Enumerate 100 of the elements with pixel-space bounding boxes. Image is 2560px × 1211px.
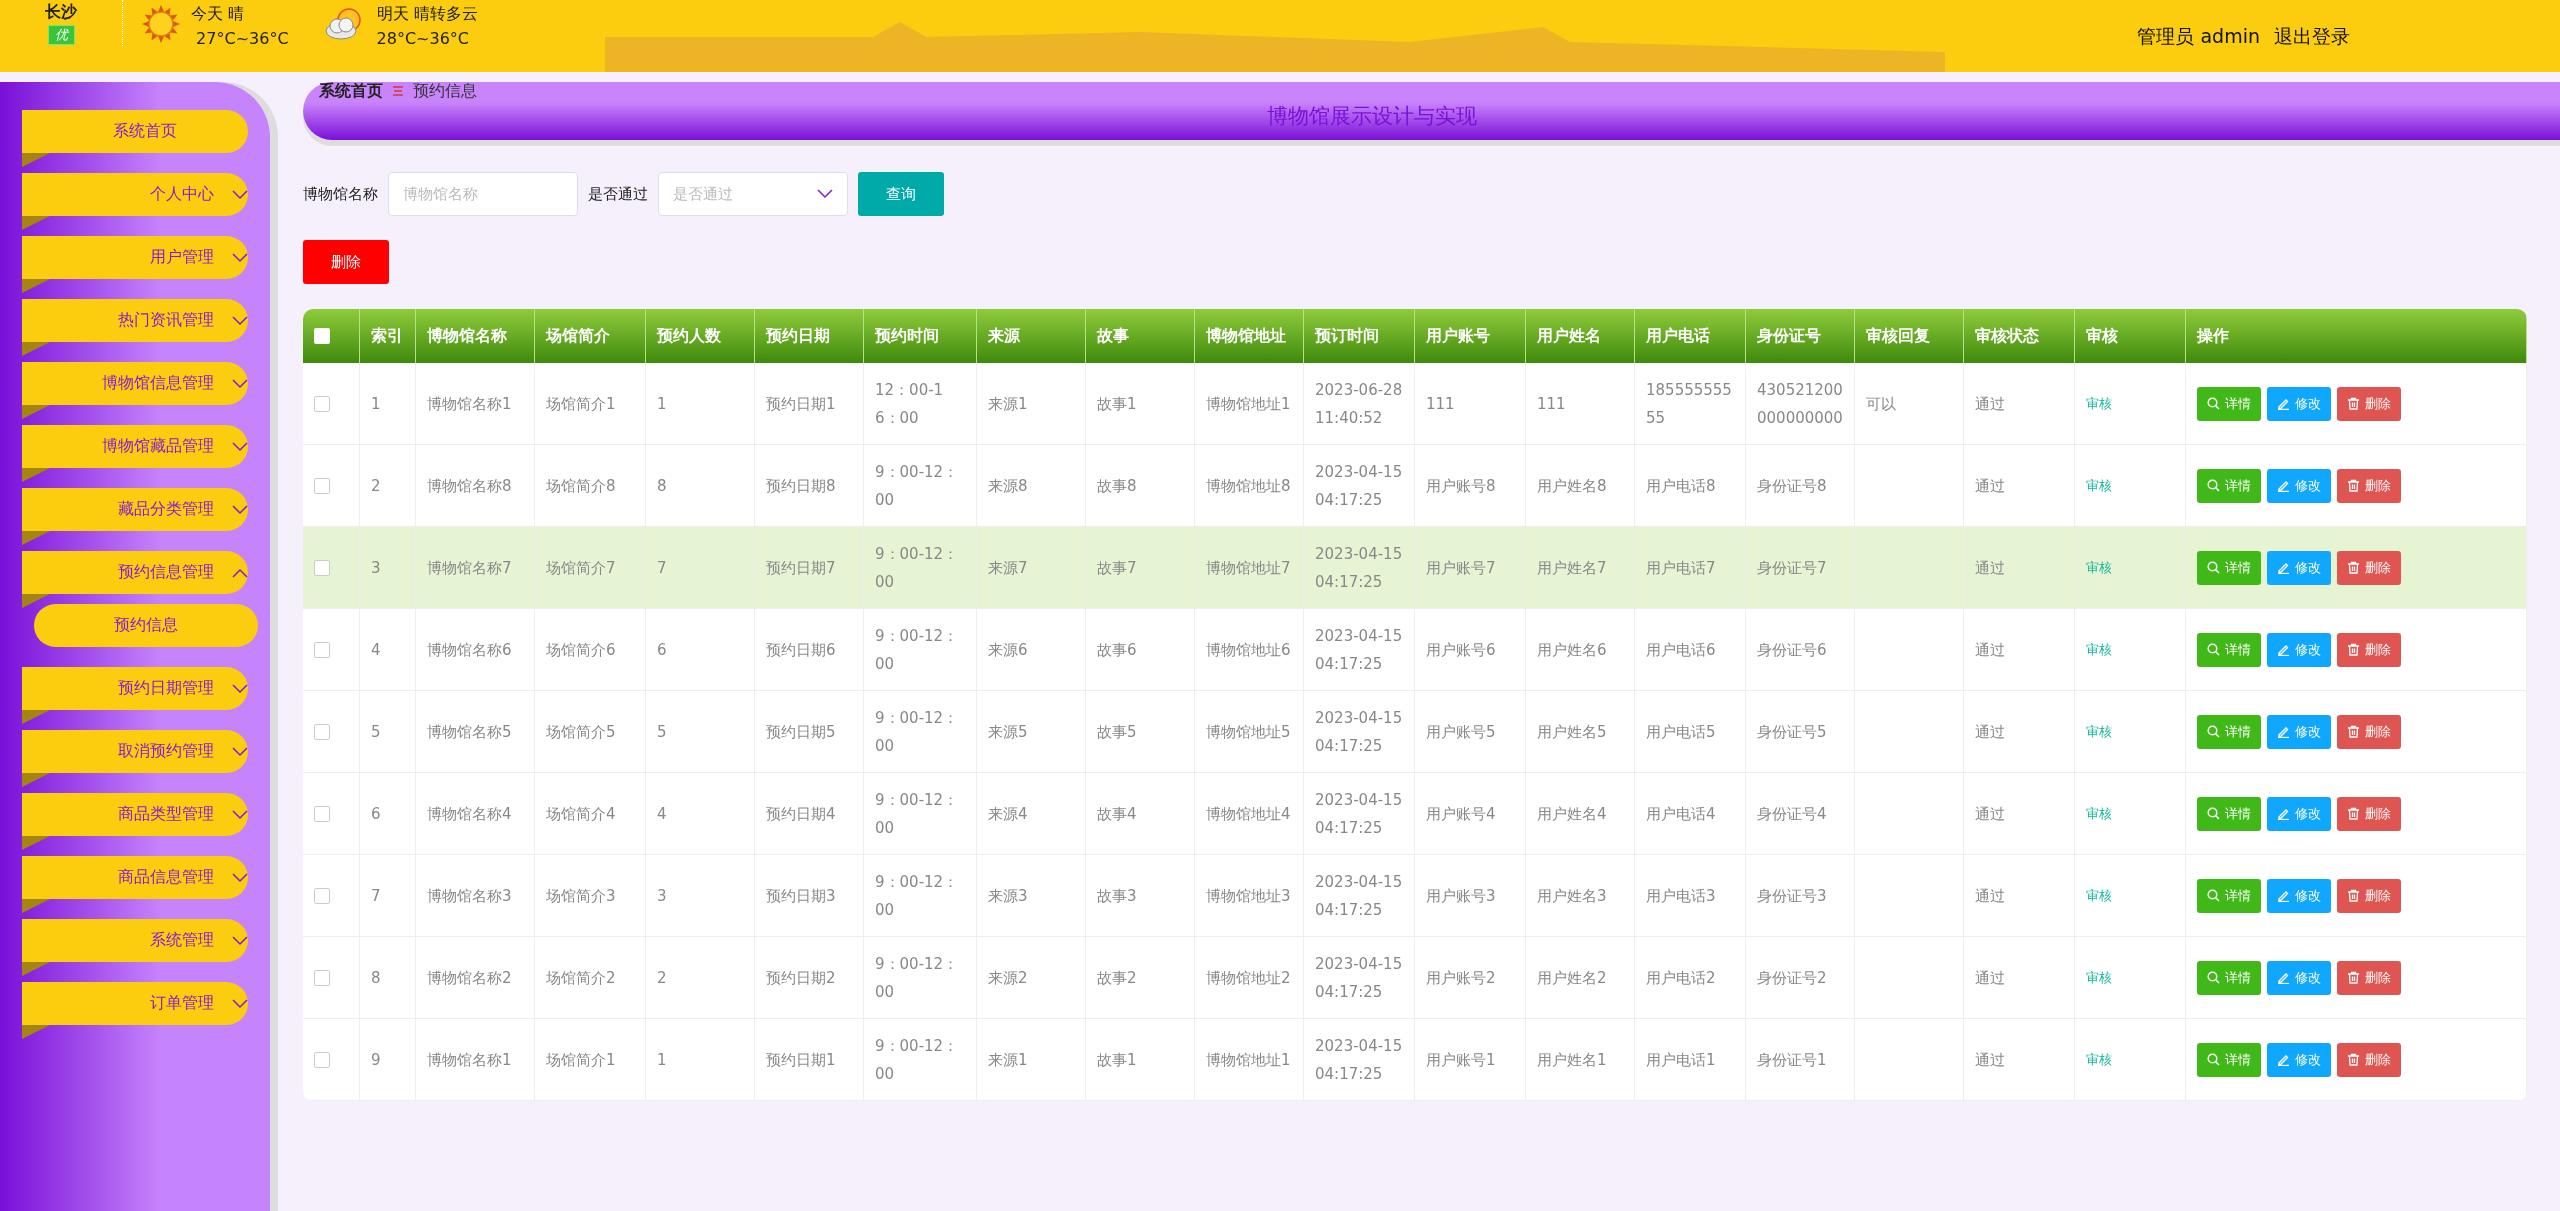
breadcrumb-link[interactable]: 系统首页 bbox=[319, 80, 383, 102]
status-select[interactable]: 是否通过 bbox=[658, 172, 848, 216]
edit-button[interactable]: 修改 bbox=[2267, 960, 2331, 995]
review-link[interactable]: 审核 bbox=[2086, 389, 2112, 418]
review-link[interactable]: 审核 bbox=[2086, 553, 2112, 582]
sidebar-subitem[interactable]: 预约信息 bbox=[34, 604, 258, 647]
edit-button[interactable]: 修改 bbox=[2267, 714, 2331, 749]
row-checkbox[interactable] bbox=[314, 641, 330, 658]
review-link[interactable]: 审核 bbox=[2086, 881, 2112, 910]
pencil-icon bbox=[2277, 971, 2290, 984]
delete-row-button[interactable]: 删除 bbox=[2337, 632, 2401, 667]
details-button[interactable]: 详情 bbox=[2197, 714, 2261, 749]
chevron-down-icon bbox=[232, 935, 248, 946]
table-cell: 用户姓名1 bbox=[1526, 1019, 1635, 1101]
search-icon bbox=[2207, 1053, 2220, 1066]
column-header: 审核 bbox=[2075, 309, 2186, 363]
sidebar-item[interactable]: 用户管理 bbox=[22, 236, 248, 279]
details-button[interactable]: 详情 bbox=[2197, 550, 2261, 585]
pencil-icon bbox=[2277, 807, 2290, 820]
pencil-icon bbox=[2277, 397, 2290, 410]
delete-row-button[interactable]: 删除 bbox=[2337, 714, 2401, 749]
breadcrumb-link[interactable]: 预约信息 bbox=[413, 80, 477, 102]
sidebar-item[interactable]: 个人中心 bbox=[22, 173, 248, 216]
row-checkbox[interactable] bbox=[314, 477, 330, 494]
review-link[interactable]: 审核 bbox=[2086, 635, 2112, 664]
table-cell: 身份证号1 bbox=[1746, 1019, 1855, 1101]
ribbon-fold bbox=[22, 1025, 50, 1039]
search-icon bbox=[2207, 479, 2220, 492]
review-link[interactable]: 审核 bbox=[2086, 963, 2112, 992]
edit-button[interactable]: 修改 bbox=[2267, 878, 2331, 913]
table-cell: 用户电话1 bbox=[1635, 1019, 1746, 1101]
details-button[interactable]: 详情 bbox=[2197, 878, 2261, 913]
edit-button[interactable]: 修改 bbox=[2267, 796, 2331, 831]
edit-button[interactable]: 修改 bbox=[2267, 550, 2331, 585]
details-button[interactable]: 详情 bbox=[2197, 468, 2261, 503]
pencil-icon bbox=[2277, 561, 2290, 574]
sidebar-item[interactable]: 预约日期管理 bbox=[22, 667, 248, 710]
logout-link[interactable]: 退出登录 bbox=[2274, 24, 2350, 50]
column-header: 预订时间 bbox=[1304, 309, 1415, 363]
sidebar-item[interactable]: 取消预约管理 bbox=[22, 730, 248, 773]
sidebar-item[interactable]: 博物馆信息管理 bbox=[22, 362, 248, 405]
chevron-up-icon bbox=[232, 567, 248, 578]
search-icon bbox=[2207, 397, 2220, 410]
row-checkbox[interactable] bbox=[314, 395, 330, 412]
delete-row-button[interactable]: 删除 bbox=[2337, 550, 2401, 585]
chevron-down-icon bbox=[232, 998, 248, 1009]
delete-row-button[interactable]: 删除 bbox=[2337, 386, 2401, 421]
trash-icon bbox=[2347, 971, 2360, 984]
row-checkbox[interactable] bbox=[314, 969, 330, 986]
review-link[interactable]: 审核 bbox=[2086, 1045, 2112, 1074]
sidebar-item[interactable]: 系统管理 bbox=[22, 919, 248, 962]
details-button[interactable]: 详情 bbox=[2197, 796, 2261, 831]
delete-row-button[interactable]: 删除 bbox=[2337, 796, 2401, 831]
delete-row-button[interactable]: 删除 bbox=[2337, 878, 2401, 913]
table-cell: 博物馆名称1 bbox=[416, 1019, 535, 1101]
row-checkbox[interactable] bbox=[314, 559, 330, 576]
pencil-icon bbox=[2277, 643, 2290, 656]
sidebar-item[interactable]: 系统首页 bbox=[22, 110, 248, 153]
details-button[interactable]: 详情 bbox=[2197, 632, 2261, 667]
menu-icon bbox=[393, 86, 403, 96]
edit-button[interactable]: 修改 bbox=[2267, 632, 2331, 667]
sidebar-item[interactable]: 商品类型管理 bbox=[22, 793, 248, 836]
trash-icon bbox=[2347, 479, 2360, 492]
column-header: 博物馆名称 bbox=[416, 309, 535, 363]
delete-button[interactable]: 删除 bbox=[303, 240, 389, 284]
sun-icon bbox=[141, 4, 181, 44]
sidebar-item[interactable]: 藏品分类管理 bbox=[22, 488, 248, 531]
details-button[interactable]: 详情 bbox=[2197, 386, 2261, 421]
column-header: 故事 bbox=[1086, 309, 1195, 363]
review-link[interactable]: 审核 bbox=[2086, 799, 2112, 828]
column-header: 用户电话 bbox=[1635, 309, 1746, 363]
edit-button[interactable]: 修改 bbox=[2267, 468, 2331, 503]
select-all-checkbox[interactable] bbox=[314, 328, 330, 344]
delete-row-button[interactable]: 删除 bbox=[2337, 468, 2401, 503]
sidebar-item[interactable]: 商品信息管理 bbox=[22, 856, 248, 899]
row-checkbox[interactable] bbox=[314, 723, 330, 740]
details-button[interactable]: 详情 bbox=[2197, 960, 2261, 995]
name-input[interactable]: 博物馆名称 bbox=[388, 172, 578, 216]
sidebar-item[interactable]: 博物馆藏品管理 bbox=[22, 425, 248, 468]
column-header: 场馆简介 bbox=[535, 309, 646, 363]
details-button[interactable]: 详情 bbox=[2197, 1042, 2261, 1077]
sidebar-item[interactable]: 订单管理 bbox=[22, 982, 248, 1025]
delete-row-button[interactable]: 删除 bbox=[2337, 960, 2401, 995]
delete-row-button[interactable]: 删除 bbox=[2337, 1042, 2401, 1077]
table-cell: 通过 bbox=[1964, 1019, 2075, 1101]
review-link[interactable]: 审核 bbox=[2086, 717, 2112, 746]
chevron-down-icon bbox=[232, 378, 248, 389]
sidebar-item[interactable]: 预约信息管理 bbox=[22, 551, 248, 594]
review-link[interactable]: 审核 bbox=[2086, 471, 2112, 500]
query-button[interactable]: 查询 bbox=[858, 172, 944, 216]
row-checkbox[interactable] bbox=[314, 805, 330, 822]
trash-icon bbox=[2347, 643, 2360, 656]
edit-button[interactable]: 修改 bbox=[2267, 1042, 2331, 1077]
tomorrow-weather: 明天 晴转多云 bbox=[376, 4, 478, 25]
edit-button[interactable]: 修改 bbox=[2267, 386, 2331, 421]
row-checkbox[interactable] bbox=[314, 1051, 330, 1068]
row-checkbox[interactable] bbox=[314, 887, 330, 904]
sidebar-item[interactable]: 热门资讯管理 bbox=[22, 299, 248, 342]
chevron-down-icon bbox=[232, 683, 248, 694]
chevron-down-icon bbox=[232, 189, 248, 200]
